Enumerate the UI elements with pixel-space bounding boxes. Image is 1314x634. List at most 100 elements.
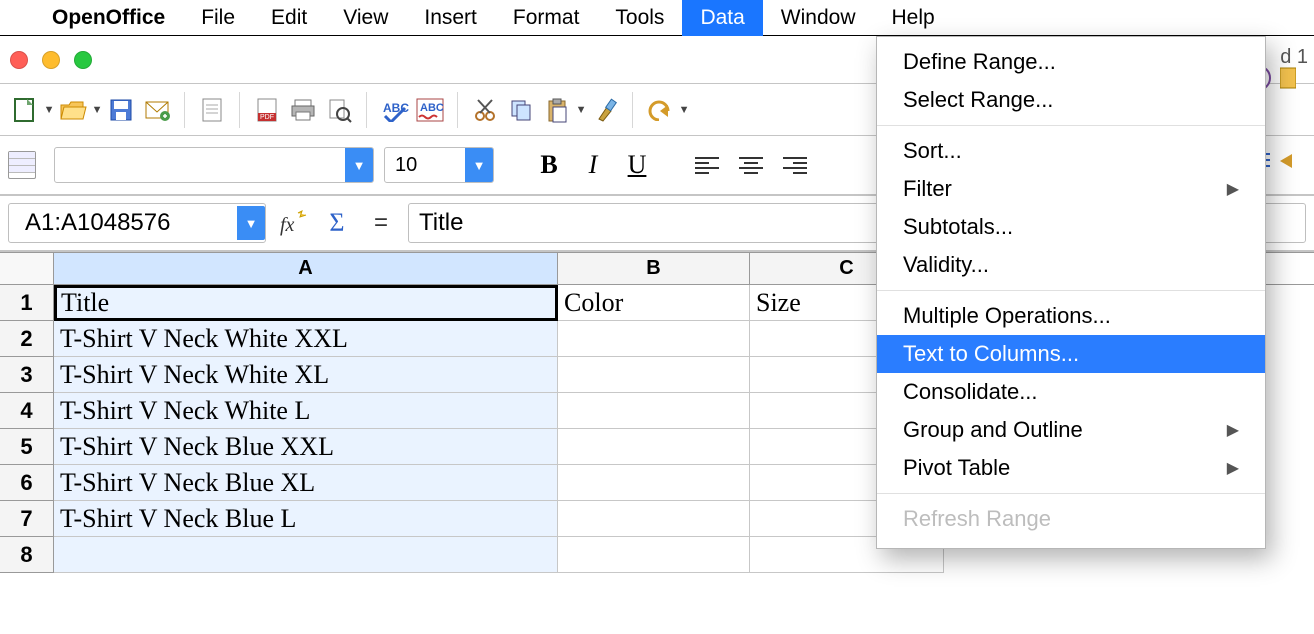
cell-B1[interactable]: Color	[558, 285, 750, 321]
styles-icon[interactable]	[8, 151, 36, 179]
new-dropdown-arrow[interactable]: ▼	[44, 104, 54, 116]
select-all-corner[interactable]	[0, 253, 54, 285]
italic-button[interactable]: I	[576, 148, 610, 182]
equals-icon[interactable]: =	[364, 206, 398, 240]
align-center-button[interactable]	[734, 148, 768, 182]
menubar-file[interactable]: File	[183, 0, 253, 36]
auto-spellcheck-icon[interactable]: ABC	[413, 93, 447, 127]
svg-text:ABC: ABC	[420, 102, 444, 114]
menu-item-refresh-range: Refresh Range	[877, 500, 1265, 538]
spellcheck-icon[interactable]: ABC	[377, 93, 411, 127]
menubar-edit[interactable]: Edit	[253, 0, 325, 36]
menu-item-filter[interactable]: Filter▶	[877, 170, 1265, 208]
copy-icon[interactable]	[504, 93, 538, 127]
svg-text:PDF: PDF	[260, 114, 274, 121]
open-dropdown-arrow[interactable]: ▼	[92, 104, 102, 116]
row-header-4[interactable]: 4	[0, 393, 54, 429]
cell-A1[interactable]: Title	[54, 285, 558, 321]
cell-A3[interactable]: T-Shirt V Neck White XL	[54, 357, 558, 393]
paste-dropdown-arrow[interactable]: ▼	[576, 104, 586, 116]
print-preview-icon[interactable]	[322, 93, 356, 127]
row-header-6[interactable]: 6	[0, 465, 54, 501]
mac-menubar: OpenOffice File Edit View Insert Format …	[0, 0, 1314, 36]
align-left-button[interactable]	[690, 148, 724, 182]
cropped-icon-2[interactable]	[1280, 150, 1310, 180]
svg-text:fx: fx	[280, 214, 295, 236]
menubar-tools[interactable]: Tools	[597, 0, 682, 36]
undo-dropdown-arrow[interactable]: ▼	[679, 104, 689, 116]
cell-B7[interactable]	[558, 501, 750, 537]
row-header-7[interactable]: 7	[0, 501, 54, 537]
menu-item-multiple-operations[interactable]: Multiple Operations...	[877, 297, 1265, 335]
menubar-help[interactable]: Help	[874, 0, 953, 36]
paste-icon[interactable]	[540, 93, 574, 127]
cell-B5[interactable]	[558, 429, 750, 465]
cell-A2[interactable]: T-Shirt V Neck White XXL	[54, 321, 558, 357]
menu-item-group-and-outline[interactable]: Group and Outline▶	[877, 411, 1265, 449]
cell-A8[interactable]	[54, 537, 558, 573]
font-name-select[interactable]: ▼	[54, 147, 374, 183]
menu-separator	[877, 290, 1265, 291]
menubar-window[interactable]: Window	[763, 0, 874, 36]
menu-item-text-to-columns[interactable]: Text to Columns...	[877, 335, 1265, 373]
menu-item-subtotals[interactable]: Subtotals...	[877, 208, 1265, 246]
cell-B8[interactable]	[558, 537, 750, 573]
cell-A5[interactable]: T-Shirt V Neck Blue XXL	[54, 429, 558, 465]
font-size-value: 10	[395, 154, 417, 177]
underline-button[interactable]: U	[620, 148, 654, 182]
cell-B3[interactable]	[558, 357, 750, 393]
window-close-button[interactable]	[10, 51, 28, 69]
open-document-icon[interactable]	[56, 93, 90, 127]
format-paintbrush-icon[interactable]	[588, 93, 622, 127]
bold-button[interactable]: B	[532, 148, 566, 182]
cropped-icon-1[interactable]	[1280, 64, 1310, 94]
menubar-insert[interactable]: Insert	[406, 0, 495, 36]
menu-separator	[877, 493, 1265, 494]
submenu-arrow-icon: ▶	[1227, 458, 1239, 478]
menu-item-sort[interactable]: Sort...	[877, 132, 1265, 170]
menubar-view[interactable]: View	[325, 0, 406, 36]
submenu-arrow-icon: ▶	[1227, 179, 1239, 199]
row-header-3[interactable]: 3	[0, 357, 54, 393]
cell-B4[interactable]	[558, 393, 750, 429]
export-pdf-icon[interactable]: PDF	[250, 93, 284, 127]
menu-item-select-range[interactable]: Select Range...	[877, 81, 1265, 119]
sum-icon[interactable]: Σ	[320, 206, 354, 240]
menu-item-validity[interactable]: Validity...	[877, 246, 1265, 284]
submenu-arrow-icon: ▶	[1227, 420, 1239, 440]
menubar-format[interactable]: Format	[495, 0, 598, 36]
menu-item-consolidate[interactable]: Consolidate...	[877, 373, 1265, 411]
menu-item-define-range[interactable]: Define Range...	[877, 43, 1265, 81]
cell-A7[interactable]: T-Shirt V Neck Blue L	[54, 501, 558, 537]
name-box[interactable]: A1:A1048576 ▼	[8, 203, 266, 243]
new-document-icon[interactable]	[8, 93, 42, 127]
menu-item-pivot-table[interactable]: Pivot Table▶	[877, 449, 1265, 487]
cell-B6[interactable]	[558, 465, 750, 501]
column-header-B[interactable]: B	[558, 253, 750, 284]
font-name-arrow[interactable]: ▼	[345, 148, 373, 182]
edit-document-icon[interactable]	[195, 93, 229, 127]
font-size-arrow[interactable]: ▼	[465, 148, 493, 182]
cut-icon[interactable]	[468, 93, 502, 127]
column-header-A[interactable]: A	[54, 253, 558, 284]
cell-A6[interactable]: T-Shirt V Neck Blue XL	[54, 465, 558, 501]
row-header-5[interactable]: 5	[0, 429, 54, 465]
font-size-select[interactable]: 10 ▼	[384, 147, 494, 183]
row-header-2[interactable]: 2	[0, 321, 54, 357]
cell-A4[interactable]: T-Shirt V Neck White L	[54, 393, 558, 429]
window-minimize-button[interactable]	[42, 51, 60, 69]
undo-icon[interactable]	[643, 93, 677, 127]
align-right-button[interactable]	[778, 148, 812, 182]
menubar-app[interactable]: OpenOffice	[34, 0, 183, 36]
name-box-arrow[interactable]: ▼	[237, 206, 265, 240]
row-header-8[interactable]: 8	[0, 537, 54, 573]
function-wizard-icon[interactable]: fx	[276, 206, 310, 240]
cell-B2[interactable]	[558, 321, 750, 357]
row-header-1[interactable]: 1	[0, 285, 54, 321]
save-document-icon[interactable]	[104, 93, 138, 127]
window-zoom-button[interactable]	[74, 51, 92, 69]
menubar-data[interactable]: Data	[682, 0, 762, 36]
print-icon[interactable]	[286, 93, 320, 127]
email-document-icon[interactable]	[140, 93, 174, 127]
svg-text:ABC: ABC	[383, 101, 409, 115]
